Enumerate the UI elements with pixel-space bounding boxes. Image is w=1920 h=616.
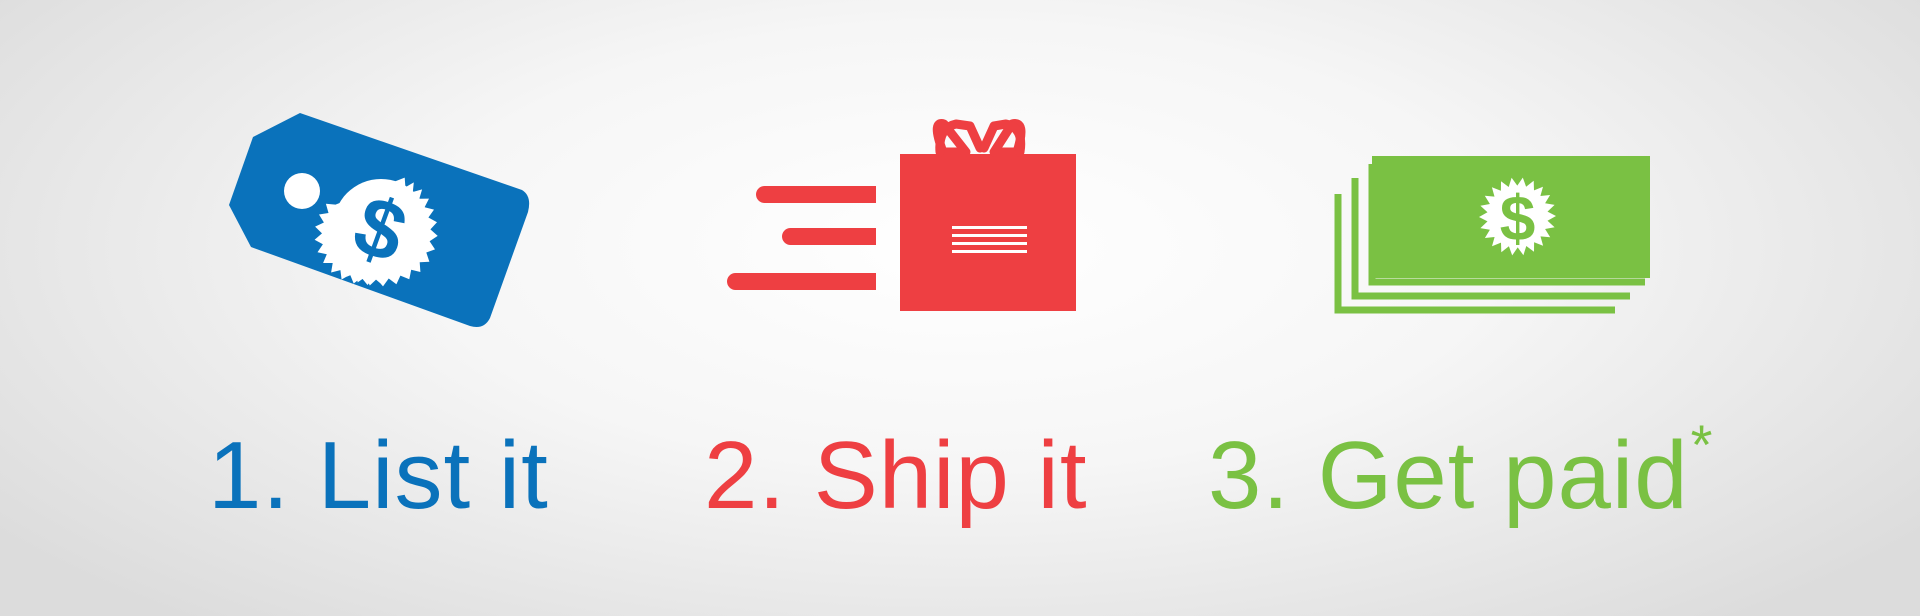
price-tag-dollar-icon: $	[229, 113, 530, 327]
svg-text:$: $	[1500, 182, 1536, 254]
footnote-asterisk: *	[1690, 413, 1714, 476]
step-3-label-text: 3. Get paid	[1208, 422, 1689, 529]
fast-shipping-package-icon	[727, 119, 1076, 311]
dollar-bills-icon: $	[1334, 156, 1650, 314]
step-3-label: 3. Get paid*	[1208, 417, 1713, 524]
step-2-label: 2. Ship it	[704, 422, 1088, 529]
step-1-label: 1. List it	[208, 422, 549, 529]
